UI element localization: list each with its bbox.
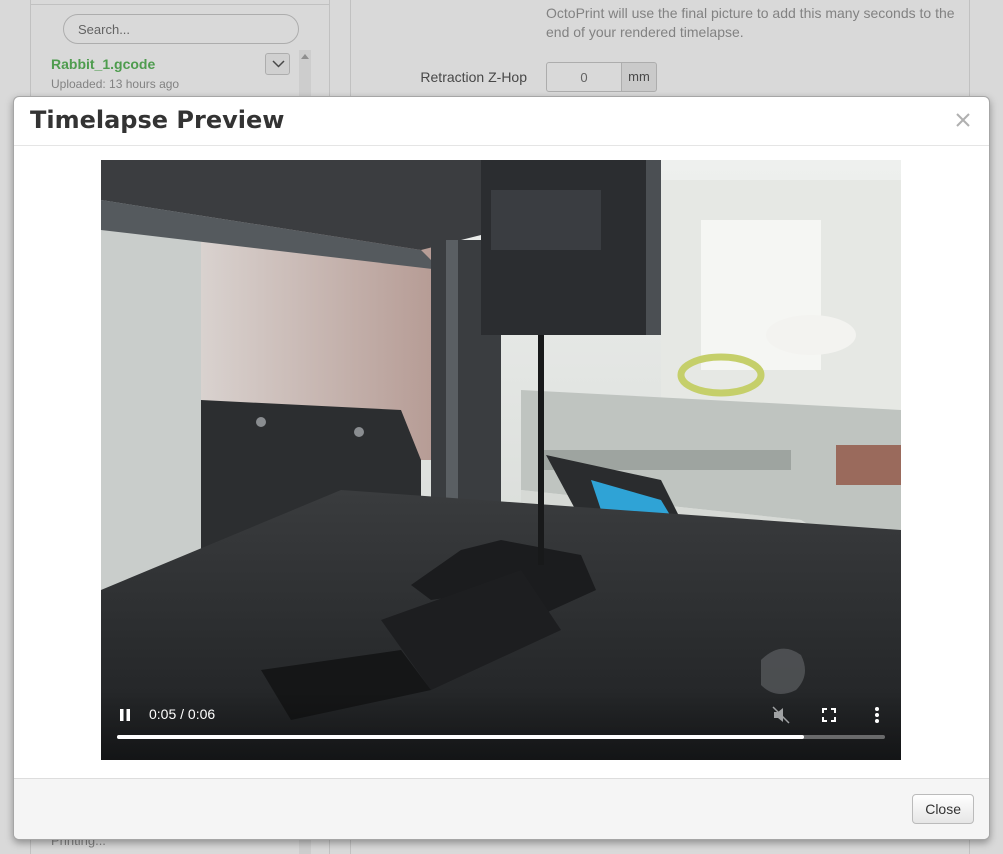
video-time-display: 0:05 / 0:06	[149, 706, 216, 722]
modal-title: Timelapse Preview	[30, 106, 285, 134]
modal-footer: Close	[14, 778, 989, 839]
video-progress-fill	[117, 735, 804, 739]
more-vert-icon[interactable]	[867, 705, 887, 725]
timelapse-video-player[interactable]: 0:05 / 0:06	[101, 160, 901, 760]
pause-icon[interactable]	[117, 707, 133, 723]
timelapse-preview-dialog: Timelapse Preview 0:05 / 0:06 Close	[13, 96, 990, 840]
video-controls: 0:05 / 0:06	[101, 690, 901, 760]
close-button[interactable]: Close	[912, 794, 974, 824]
mute-icon[interactable]	[771, 705, 791, 725]
modal-header: Timelapse Preview	[14, 97, 989, 146]
close-icon[interactable]	[951, 108, 975, 132]
video-frame-image	[101, 160, 901, 760]
modal-body: 0:05 / 0:06	[14, 147, 989, 780]
video-progress-bar[interactable]	[117, 735, 885, 739]
fullscreen-icon[interactable]	[819, 705, 839, 725]
